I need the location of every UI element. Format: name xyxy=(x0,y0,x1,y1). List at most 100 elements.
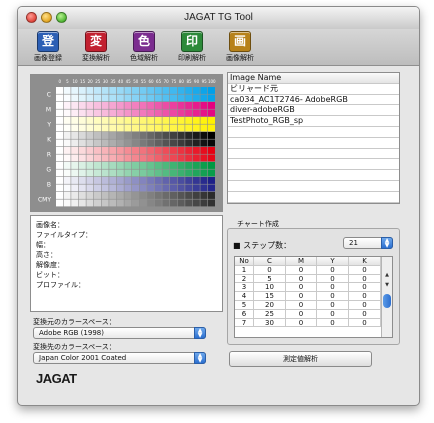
chart-patch xyxy=(101,132,109,139)
image-list-empty-row[interactable] xyxy=(228,127,399,138)
chart-row-label: Y xyxy=(46,122,51,129)
chart-row-label: M xyxy=(46,107,51,114)
chart-patch xyxy=(94,117,101,124)
scroll-thumb[interactable] xyxy=(383,294,391,308)
chart-row-label: G xyxy=(46,167,51,174)
chart-patch xyxy=(116,169,124,177)
step-table-row[interactable]: 5 20 0 0 0 xyxy=(235,301,382,310)
chart-patch xyxy=(78,192,86,199)
image-info-panel: 画像名： ファイルタイプ： 幅： 高さ： 解像度： ビット： プロファイル： xyxy=(30,215,223,312)
chart-row-label: R xyxy=(47,152,51,159)
chart-patch xyxy=(86,132,94,139)
chart-patch xyxy=(170,139,177,147)
chart-patch xyxy=(94,147,101,154)
measure-analysis-button[interactable]: 測定値解析 xyxy=(229,351,372,367)
chart-patch xyxy=(78,117,86,124)
step-table-cell: 0 xyxy=(286,283,317,293)
step-table-header: No C M Y K xyxy=(235,257,382,266)
image-list-empty-row[interactable] xyxy=(228,192,399,203)
chart-patch xyxy=(200,132,208,139)
chart-patch xyxy=(192,124,200,132)
step-table[interactable]: 7 30 0 0 0 6 25 0 0 0 5 20 0 0 0 4 15 0 0 0 3 10 0 0 0 2 5 0 0 0 1 0 0 0 0… xyxy=(234,256,393,338)
chart-patch xyxy=(208,177,215,184)
chart-patch xyxy=(63,162,71,169)
chart-patch xyxy=(132,199,139,207)
chart-patch xyxy=(78,184,86,192)
scroll-down-icon[interactable]: ▼ xyxy=(382,281,392,289)
chart-patch xyxy=(147,109,155,117)
chart-patch xyxy=(116,192,124,199)
chart-patch xyxy=(63,199,71,207)
scroll-up-icon[interactable]: ▲ xyxy=(382,271,392,279)
chart-patch xyxy=(170,184,177,192)
chart-patch xyxy=(86,124,94,132)
image-list-header: Image Name xyxy=(228,73,399,84)
chart-column-label: 35 xyxy=(110,79,116,84)
chart-patch xyxy=(56,192,63,199)
chart-column-label: 80 xyxy=(179,79,185,84)
toolbar-button-1[interactable]: 登画像登録 xyxy=(23,31,73,63)
step-table-cell: 0 xyxy=(349,274,381,284)
step-table-row[interactable]: 4 15 0 0 0 xyxy=(235,292,382,301)
info-line: 画像名： xyxy=(36,221,64,229)
dest-space-select[interactable]: Japan Color 2001 Coated ▲ ▼ xyxy=(33,352,206,364)
image-list-item[interactable]: TestPhoto_RGB_sp xyxy=(228,116,399,127)
step-table-row[interactable]: 10000 xyxy=(235,265,382,275)
chart-patch xyxy=(56,162,63,169)
toolbar-icon: 登 xyxy=(37,31,59,52)
table-scrollbar[interactable]: ▲ ▼ xyxy=(381,257,392,337)
step-table-row[interactable]: 7 30 0 0 0 xyxy=(235,318,382,328)
chart-patch xyxy=(116,139,124,147)
source-space-select[interactable]: Adobe RGB (1998) ▲ ▼ xyxy=(33,327,206,339)
image-list-empty-row[interactable] xyxy=(228,149,399,160)
chart-patch xyxy=(139,139,147,147)
chart-patch xyxy=(177,117,185,124)
chart-patch xyxy=(63,139,71,147)
chart-patch xyxy=(154,192,162,199)
toolbar-button-label: 印刷解析 xyxy=(178,54,206,62)
image-list-item[interactable]: ビリャード元 xyxy=(228,84,399,95)
step-table-row[interactable]: 6 25 0 0 0 xyxy=(235,309,382,319)
chart-patch xyxy=(132,87,139,94)
step-table-row[interactable]: 3 10 0 0 0 xyxy=(235,283,382,293)
step-table-cell: 4 xyxy=(235,292,254,301)
chart-patch xyxy=(170,87,177,94)
jagat-logo: JAGAT xyxy=(36,371,77,386)
chart-patch xyxy=(78,109,86,117)
chart-patch xyxy=(192,139,200,147)
chart-patch xyxy=(63,192,71,199)
image-list-empty-row[interactable] xyxy=(228,181,399,192)
image-list-item[interactable]: diver-adobeRGB xyxy=(228,105,399,117)
info-line: プロファイル： xyxy=(36,281,85,289)
toolbar-button-4[interactable]: 印印刷解析 xyxy=(167,31,217,63)
chart-patch xyxy=(86,169,94,177)
chart-patch xyxy=(124,177,132,184)
toolbar-button-3[interactable]: 色色域解析 xyxy=(119,31,169,63)
image-list-empty-row[interactable] xyxy=(228,159,399,171)
image-list[interactable]: Image Name ビリャード元 ca034_AC1T2746- AdobeRGB… xyxy=(227,72,400,204)
chart-patch xyxy=(162,147,170,154)
step-table-cell: 0 xyxy=(349,309,381,319)
step-table-row[interactable]: 25000 xyxy=(235,274,382,284)
toolbar-button-2[interactable]: 変変換解析 xyxy=(71,31,121,63)
chart-patch xyxy=(71,102,79,109)
toolbar-button-5[interactable]: 画画像解析 xyxy=(215,31,265,63)
chart-patch xyxy=(109,139,117,147)
image-list-empty-row[interactable] xyxy=(228,170,399,181)
chart-row-label: CMY xyxy=(38,197,51,204)
chart-patch xyxy=(101,124,109,132)
image-list-item[interactable]: ca034_AC1T2746- AdobeRGB xyxy=(228,95,399,106)
chart-patch xyxy=(200,192,208,199)
chart-patch xyxy=(94,177,101,184)
chart-patch xyxy=(116,147,124,154)
chart-column-label: 75 xyxy=(171,79,177,84)
step-table-cell: 0 xyxy=(349,265,381,275)
chart-column-label: 55 xyxy=(141,79,147,84)
chart-patch xyxy=(162,102,170,109)
steps-select[interactable]: 21 ▲ ▼ xyxy=(343,237,393,249)
image-list-empty-row[interactable] xyxy=(228,138,399,149)
chart-patch xyxy=(139,124,147,132)
chart-patch xyxy=(170,154,177,162)
chart-patch xyxy=(208,124,215,132)
step-table-cell: 10 xyxy=(254,283,286,293)
